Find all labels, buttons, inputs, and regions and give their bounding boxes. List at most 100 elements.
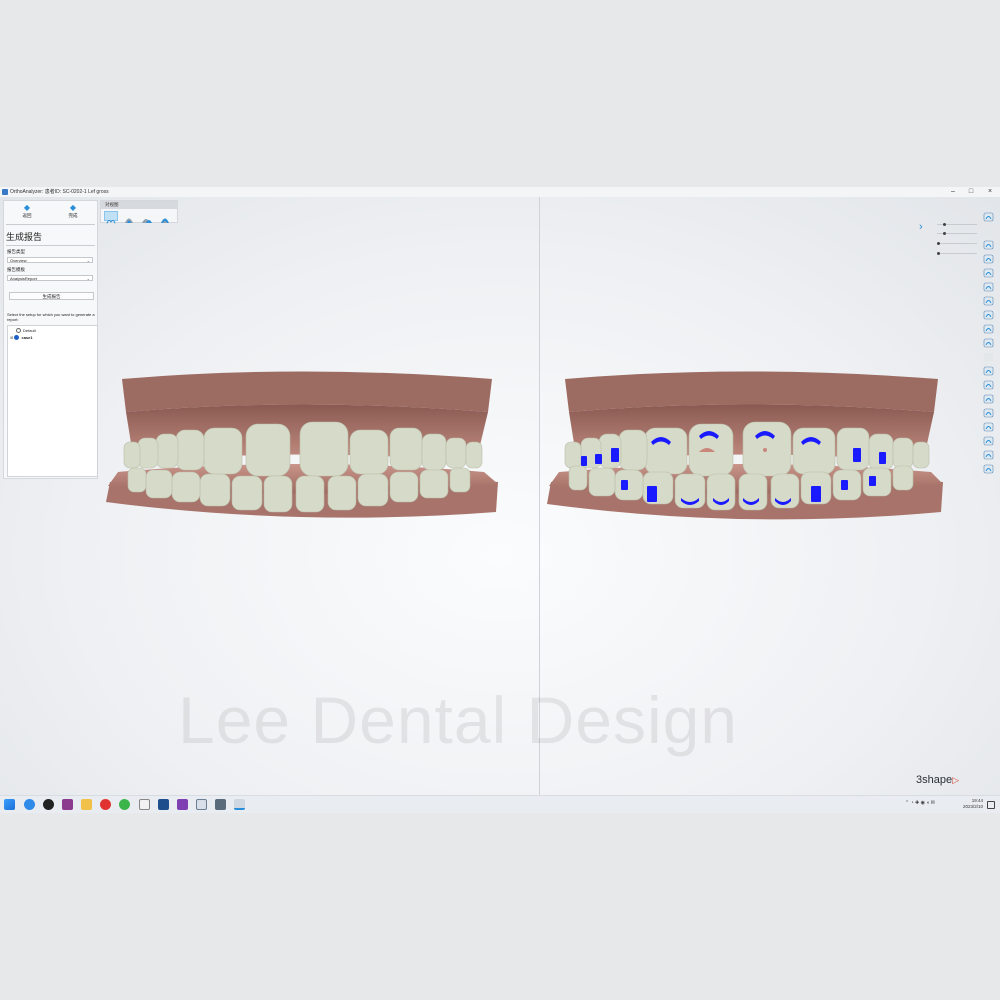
view-side-button[interactable] xyxy=(158,211,172,223)
remote-icon[interactable] xyxy=(158,799,169,810)
notes-icon[interactable] xyxy=(234,799,245,810)
settings-icon xyxy=(983,464,994,474)
pen-icon xyxy=(983,338,994,348)
watermark: Lee Dental Design xyxy=(178,683,739,757)
tooth-box-4-button[interactable] xyxy=(983,279,994,292)
panel-title: 生成报告 xyxy=(6,232,43,242)
pen-button[interactable] xyxy=(983,335,994,348)
obs-icon[interactable] xyxy=(43,799,54,810)
windows-start-icon[interactable] xyxy=(4,799,15,810)
maximize-button[interactable]: □ xyxy=(963,187,979,197)
brand-logo: 3shape▷ xyxy=(916,774,960,786)
view-both-button[interactable] xyxy=(104,211,118,224)
tooth-outline-icon xyxy=(983,380,994,390)
clock[interactable]: 19:44 2023/2/10 xyxy=(957,798,983,810)
ruler-icon xyxy=(983,366,994,376)
back-button[interactable]: ◆ 返回 xyxy=(5,203,49,221)
generate-report-button[interactable]: 生成报告 xyxy=(9,292,94,300)
setup-item-case1[interactable]: ⊞ case1 xyxy=(10,335,33,341)
rotate-icon xyxy=(983,436,994,446)
dental-model-left[interactable] xyxy=(100,352,500,532)
tooth-box-5-button[interactable] xyxy=(983,293,994,306)
tooth-view-icon xyxy=(983,212,994,222)
weibo-icon[interactable] xyxy=(100,799,111,810)
view-lower-icon xyxy=(142,219,152,223)
title-bar: OrthoAnalyzer: 患者ID: SC-0202-1 Lef gross… xyxy=(0,187,1000,197)
winrar-icon[interactable] xyxy=(62,799,73,810)
camera-button[interactable] xyxy=(983,419,994,432)
blank-button[interactable] xyxy=(983,223,994,235)
blank-icon xyxy=(984,353,993,361)
folder-icon[interactable] xyxy=(81,799,92,810)
back-arrow-icon: ◆ xyxy=(23,203,31,212)
fit-view-icon xyxy=(983,450,994,460)
right-toolbar xyxy=(983,209,995,489)
tooth-box-3-icon xyxy=(983,268,994,278)
forward-arrow-icon: ◆ xyxy=(69,203,77,212)
transparency-slider-2[interactable] xyxy=(937,232,977,235)
rotate-button[interactable] xyxy=(983,433,994,446)
expand-chevron-icon[interactable]: › xyxy=(919,221,923,233)
exocad-icon[interactable] xyxy=(196,799,207,810)
camera-icon xyxy=(983,422,994,432)
system-tray[interactable]: ⌃ ◔ ✚ ◉ ◖ ✉ xyxy=(905,800,935,806)
report-template-label: 报告模板 xyxy=(7,267,25,272)
window-title: OrthoAnalyzer: 患者ID: SC-0202-1 Lef gross xyxy=(10,189,109,195)
side-panel: ◆ 返回 ◆ 完成 生成报告 报告类型 Overview ⌄ 报告模板 Anal… xyxy=(3,200,98,479)
chevron-down-icon: ⌄ xyxy=(86,258,90,263)
transparency-slider-1[interactable] xyxy=(937,223,977,226)
view-toolbar: 对视图 xyxy=(100,200,178,224)
view-upper-icon xyxy=(125,218,133,223)
tooth-box-1-button[interactable] xyxy=(983,237,994,250)
blank-icon xyxy=(984,227,993,235)
blank-button[interactable] xyxy=(983,349,994,361)
tooth-occlusion-icon xyxy=(983,394,994,404)
magnifier-icon xyxy=(983,408,994,418)
finish-button[interactable]: ◆ 完成 xyxy=(51,203,95,221)
tooth-box-3-button[interactable] xyxy=(983,265,994,278)
magnifier-button[interactable] xyxy=(983,405,994,418)
report-template-select[interactable]: AnalysisReport ⌄ xyxy=(7,275,93,281)
settings-button[interactable] xyxy=(983,461,994,474)
browser-icon[interactable] xyxy=(24,799,35,810)
setup-instruction: Select the setup for which you want to g… xyxy=(7,312,95,322)
clock-date: 2023/2/10 xyxy=(962,804,983,809)
tooth-box-7-icon xyxy=(983,324,994,334)
report-type-select[interactable]: Overview ⌄ xyxy=(7,257,93,263)
setup-list: Default ⊞ case1 xyxy=(7,325,98,477)
tooth-box-5-icon xyxy=(983,296,994,306)
tooth-box-7-button[interactable] xyxy=(983,321,994,334)
tooth-box-2-icon xyxy=(983,254,994,264)
radio-selected-icon xyxy=(14,335,20,341)
tooth-box-2-button[interactable] xyxy=(983,251,994,264)
tooth-box-6-button[interactable] xyxy=(983,307,994,320)
dental-model-right[interactable] xyxy=(543,352,948,532)
tooth-view-button[interactable] xyxy=(983,209,994,222)
wechat-icon[interactable] xyxy=(119,799,130,810)
ruler-button[interactable] xyxy=(983,363,994,376)
view-upper-button[interactable] xyxy=(122,211,136,223)
report-type-label: 报告类型 xyxy=(7,249,25,254)
view-lower-button[interactable] xyxy=(140,211,154,223)
view-toolbar-header: 对视图 xyxy=(101,201,177,209)
view-both-icon xyxy=(106,220,116,224)
minimize-button[interactable]: – xyxy=(945,187,961,197)
edge-icon[interactable] xyxy=(177,799,188,810)
qq-icon[interactable] xyxy=(139,799,150,810)
notification-icon[interactable] xyxy=(987,801,995,809)
tooth-outline-button[interactable] xyxy=(983,377,994,390)
fit-view-button[interactable] xyxy=(983,447,994,460)
tooth-box-6-icon xyxy=(983,310,994,320)
chevron-down-icon: ⌄ xyxy=(86,276,90,281)
setup-item-default[interactable]: Default xyxy=(16,328,36,334)
transparency-slider-4[interactable] xyxy=(937,252,977,255)
tooth-occlusion-button[interactable] xyxy=(983,391,994,404)
tooth-box-1-icon xyxy=(983,240,994,250)
close-button[interactable]: × xyxy=(982,187,998,197)
transparency-slider-3[interactable] xyxy=(937,242,977,245)
divider xyxy=(6,245,95,246)
taskbar: ⌃ ◔ ✚ ◉ ◖ ✉ 19:44 2023/2/10 xyxy=(0,795,1000,813)
3shape-icon[interactable] xyxy=(215,799,226,810)
view-side-icon xyxy=(161,218,169,223)
app-icon xyxy=(2,189,8,195)
